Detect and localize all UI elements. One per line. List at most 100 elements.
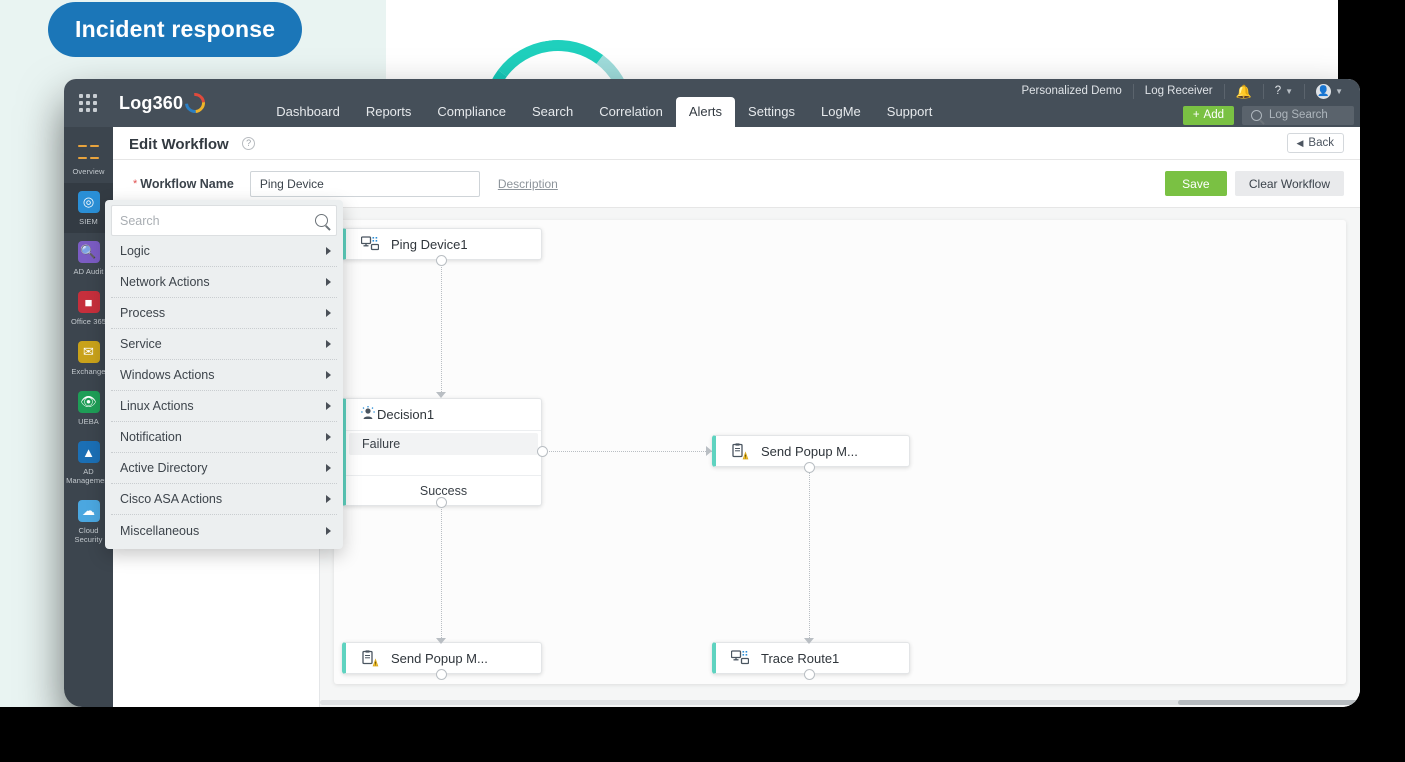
- rail-item-label: UEBA: [78, 417, 99, 426]
- arrow-head-icon: [436, 392, 446, 398]
- connector-decision-failure: [546, 451, 712, 452]
- header-action-buttons: Save Clear Workflow: [1165, 171, 1344, 196]
- action-palette-dropdown: Logic Network Actions Process Service Wi…: [105, 200, 343, 549]
- decision-branch-failure[interactable]: Failure: [349, 433, 538, 455]
- palette-category-label: Miscellaneous: [120, 524, 199, 538]
- network-device-icon: [359, 236, 381, 252]
- palette-category-service[interactable]: Service: [111, 329, 337, 360]
- palette-category-label: Active Directory: [120, 461, 208, 475]
- node-port-decision-success-out[interactable]: [436, 497, 447, 508]
- node-port-popup-right-out[interactable]: [804, 462, 815, 473]
- arrow-head-icon: [436, 638, 446, 644]
- palette-category-active-directory[interactable]: Active Directory: [111, 453, 337, 484]
- connector-ping-to-decision: [441, 256, 442, 396]
- log-search-box[interactable]: Log Search: [1242, 106, 1354, 125]
- rail-item-label: Office 365: [71, 317, 106, 326]
- chevron-right-icon: [326, 371, 331, 379]
- squares-overview-icon: [78, 141, 100, 163]
- question-help-icon[interactable]: ?: [242, 137, 255, 150]
- chevron-right-icon: [326, 433, 331, 441]
- palette-category-linux-actions[interactable]: Linux Actions: [111, 391, 337, 422]
- menu-item-dashboard[interactable]: Dashboard: [263, 97, 353, 127]
- menu-item-reports[interactable]: Reports: [353, 97, 425, 127]
- menu-item-logme[interactable]: LogMe: [808, 97, 874, 127]
- save-button[interactable]: Save: [1165, 171, 1227, 196]
- menu-item-compliance[interactable]: Compliance: [424, 97, 519, 127]
- menu-item-search[interactable]: Search: [519, 97, 586, 127]
- palette-category-network-actions[interactable]: Network Actions: [111, 267, 337, 298]
- grid-apps-icon[interactable]: [79, 94, 97, 112]
- description-link[interactable]: Description: [498, 177, 558, 191]
- top-navigation-bar: Log360 Dashboard Reports Compliance Sear…: [64, 79, 1360, 127]
- log-search-placeholder: Log Search: [1269, 109, 1328, 121]
- rail-item-label: Exchange: [71, 367, 105, 376]
- add-button-label: Add: [1204, 109, 1224, 121]
- shield-siem-icon: ◎: [78, 191, 100, 213]
- chevron-right-icon: [326, 340, 331, 348]
- scrollbar-thumb[interactable]: [1178, 700, 1360, 705]
- workflow-name-input[interactable]: [250, 171, 480, 197]
- horizontal-scrollbar[interactable]: [320, 700, 1360, 705]
- chevron-right-icon: [326, 464, 331, 472]
- office365-icon: ■: [78, 291, 100, 313]
- decision-branch-label: Success: [420, 484, 467, 498]
- canvas-viewport[interactable]: Ping Device1: [320, 208, 1360, 707]
- node-port-popup-bottom-out[interactable]: [436, 669, 447, 680]
- personalized-demo-link[interactable]: Personalized Demo: [1010, 84, 1132, 99]
- chevron-right-icon: [326, 527, 331, 535]
- menu-item-correlation[interactable]: Correlation: [586, 97, 676, 127]
- log-receiver-link[interactable]: Log Receiver: [1133, 84, 1224, 99]
- plus-icon: +: [1193, 109, 1200, 121]
- eye-ueba-icon: 👁: [78, 391, 100, 413]
- menu-item-alerts[interactable]: Alerts: [676, 97, 735, 127]
- screenshot-stage: Incident response Log360 Dashboard Repor…: [0, 0, 1405, 762]
- incident-response-badge: Incident response: [48, 2, 302, 57]
- search-icon[interactable]: [315, 214, 328, 227]
- workflow-node-label: Send Popup M...: [761, 444, 858, 459]
- workflow-node-label: Trace Route1: [761, 651, 839, 666]
- workflow-canvas[interactable]: Ping Device1: [334, 220, 1346, 684]
- palette-category-miscellaneous[interactable]: Miscellaneous: [111, 515, 337, 546]
- workflow-node-decision[interactable]: Decision1 Failure Success: [342, 398, 542, 506]
- user-account-icon: 👤: [1316, 84, 1331, 99]
- network-device-icon: [729, 650, 751, 666]
- palette-search-box[interactable]: [111, 205, 337, 236]
- palette-category-process[interactable]: Process: [111, 298, 337, 329]
- decision-node-header: Decision1: [346, 399, 541, 431]
- add-button[interactable]: + Add: [1183, 106, 1234, 125]
- cloud-security-icon: ☁: [78, 500, 100, 522]
- palette-category-logic[interactable]: Logic: [111, 236, 337, 267]
- chevron-right-icon: [326, 309, 331, 317]
- chevron-right-icon: [326, 278, 331, 286]
- user-account-menu[interactable]: 👤 ▼: [1304, 84, 1354, 99]
- clear-workflow-button[interactable]: Clear Workflow: [1235, 171, 1344, 196]
- palette-search-input[interactable]: [120, 214, 315, 228]
- arrow-head-icon: [804, 638, 814, 644]
- workflow-node-label: Ping Device1: [391, 237, 468, 252]
- menu-item-settings[interactable]: Settings: [735, 97, 808, 127]
- rail-item-label: AD Audit: [74, 267, 104, 276]
- menu-item-support[interactable]: Support: [874, 97, 946, 127]
- palette-category-notification[interactable]: Notification: [111, 422, 337, 453]
- palette-category-label: Network Actions: [120, 275, 210, 289]
- chevron-down-icon: ▼: [1285, 84, 1293, 99]
- chevron-right-icon: [326, 402, 331, 410]
- required-asterisk: *: [133, 178, 137, 190]
- popup-message-warning-icon: [359, 650, 381, 667]
- node-port-decision-failure-out[interactable]: [537, 446, 548, 457]
- palette-category-label: Process: [120, 306, 165, 320]
- brand-logo[interactable]: Log360: [119, 93, 205, 114]
- node-port-trace-out[interactable]: [804, 669, 815, 680]
- palette-category-label: Linux Actions: [120, 399, 194, 413]
- palette-category-label: Windows Actions: [120, 368, 214, 382]
- back-button[interactable]: ◀ Back: [1287, 133, 1345, 153]
- notification-bell-icon[interactable]: 🔔: [1224, 84, 1263, 99]
- rail-item-overview[interactable]: Overview: [64, 133, 113, 183]
- palette-category-cisco-asa-actions[interactable]: Cisco ASA Actions: [111, 484, 337, 515]
- palette-category-label: Notification: [120, 430, 182, 444]
- rail-item-label: Overview: [72, 167, 104, 176]
- help-menu[interactable]: ? ▼: [1263, 84, 1304, 99]
- node-port-ping-out[interactable]: [436, 255, 447, 266]
- decision-branch-label: Failure: [362, 437, 400, 451]
- palette-category-windows-actions[interactable]: Windows Actions: [111, 360, 337, 391]
